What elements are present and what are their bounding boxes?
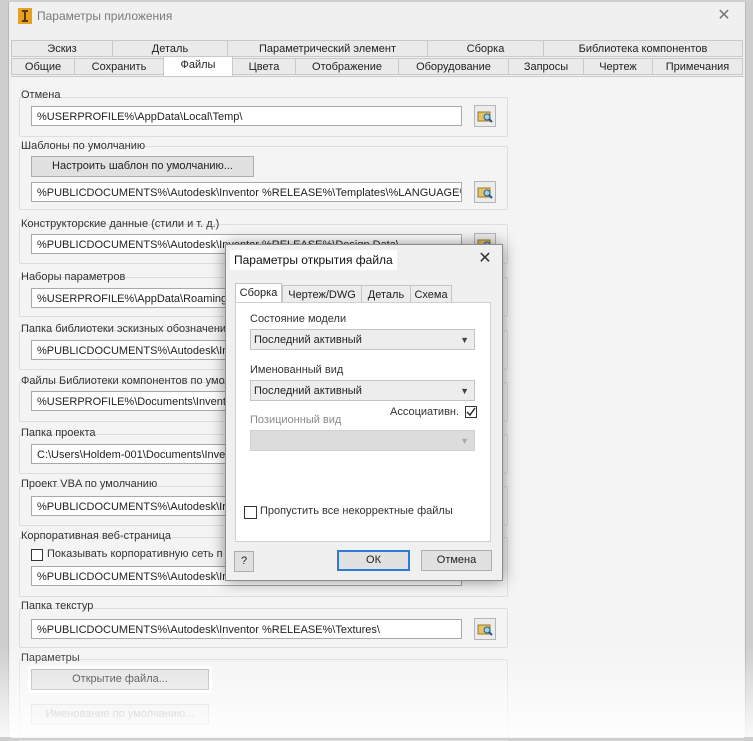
- checkmark-icon: [466, 407, 476, 417]
- tab-notebook[interactable]: Примечания: [652, 58, 743, 75]
- tab-content-center[interactable]: Библиотека компонентов: [543, 40, 743, 57]
- named-view-label: Именованный вид: [250, 364, 344, 376]
- browse-button[interactable]: [474, 181, 496, 203]
- positional-view-label: Позиционный вид: [250, 414, 342, 426]
- title-bar: Параметры приложения ✕: [9, 2, 745, 30]
- browse-folder-icon: [477, 624, 493, 636]
- help-button[interactable]: ?: [234, 551, 254, 572]
- tab-part[interactable]: Деталь: [112, 40, 228, 57]
- help-icon: ?: [240, 555, 248, 567]
- close-icon[interactable]: ✕: [476, 250, 494, 268]
- dialog-tab-drawing-dwg[interactable]: Чертеж/DWG: [282, 285, 362, 303]
- options-group-label: Параметры: [21, 652, 80, 664]
- show-corporate-network-label: Показывать корпоративную сеть п: [47, 548, 223, 560]
- named-view-value: Последний активный: [254, 385, 362, 397]
- tab-hardware[interactable]: Оборудование: [398, 58, 509, 75]
- browse-button[interactable]: [474, 618, 496, 640]
- templates-group-label: Шаблоны по умолчанию: [21, 140, 146, 152]
- file-open-options-button[interactable]: Открытие файла...: [31, 669, 209, 690]
- param-sets-group-label: Наборы параметров: [21, 271, 126, 283]
- file-open-options-dialog: Параметры открытия файла ✕ Сборка Чертеж…: [225, 244, 503, 581]
- design-data-group-label: Конструкторские данные (стили и т. д.): [21, 218, 220, 230]
- cancel-button[interactable]: Отмена: [421, 550, 492, 571]
- tab-files[interactable]: Файлы: [163, 56, 233, 78]
- undo-path-field[interactable]: %USERPROFILE%\AppData\Local\Temp\: [31, 106, 462, 126]
- chevron-down-icon: ▼: [460, 335, 469, 345]
- dialog-tab-panel: Состояние модели Последний активный ▼ Им…: [235, 302, 491, 542]
- ok-button[interactable]: ОК: [337, 550, 410, 571]
- tab-general[interactable]: Общие: [11, 58, 75, 75]
- dialog-title: Параметры открытия файла: [230, 250, 397, 270]
- corp-web-group-label: Корпоративная веб-страница: [21, 530, 172, 542]
- textures-group-label: Папка текстур: [21, 600, 94, 612]
- model-state-dropdown[interactable]: Последний активный ▼: [250, 329, 475, 350]
- browse-folder-icon: [477, 187, 493, 199]
- configure-default-template-button[interactable]: Настроить шаблон по умолчанию...: [31, 156, 254, 177]
- tab-assembly[interactable]: Сборка: [427, 40, 544, 57]
- tab-ipart[interactable]: Параметрический элемент: [227, 40, 428, 57]
- tab-prompts[interactable]: Запросы: [508, 58, 584, 75]
- skip-unresolved-label: Пропустить все некорректные файлы: [260, 505, 453, 517]
- positional-view-dropdown[interactable]: ▼: [250, 430, 475, 451]
- undo-group-label: Отмена: [21, 89, 61, 101]
- skip-unresolved-checkbox[interactable]: [244, 506, 257, 519]
- associative-label: Ассоциативн.: [390, 406, 460, 418]
- tab-sketch[interactable]: Эскиз: [11, 40, 113, 57]
- tab-save[interactable]: Сохранить: [74, 58, 164, 75]
- associative-checkbox[interactable]: [465, 406, 478, 419]
- window-title: Параметры приложения: [37, 9, 173, 23]
- close-icon[interactable]: ✕: [715, 7, 733, 25]
- default-naming-button[interactable]: Именование по умолчанию...: [31, 704, 209, 725]
- dialog-tab-assembly[interactable]: Сборка: [235, 283, 282, 303]
- templates-path-field[interactable]: %PUBLICDOCUMENTS%\Autodesk\Inventor %REL…: [31, 182, 462, 202]
- model-state-label: Состояние модели: [250, 313, 347, 325]
- chevron-down-icon: ▼: [460, 436, 469, 446]
- show-corporate-network-checkbox[interactable]: [31, 549, 43, 561]
- tab-drawing[interactable]: Чертеж: [583, 58, 653, 75]
- named-view-dropdown[interactable]: Последний активный ▼: [250, 380, 475, 401]
- dialog-tab-presentation[interactable]: Схема: [410, 285, 452, 303]
- inventor-app-icon: [18, 8, 32, 24]
- dialog-tab-part[interactable]: Деталь: [361, 285, 411, 303]
- project-group-label: Папка проекта: [21, 427, 96, 439]
- textures-path-field[interactable]: %PUBLICDOCUMENTS%\Autodesk\Inventor %REL…: [31, 619, 462, 639]
- model-state-value: Последний активный: [254, 334, 362, 346]
- browse-folder-icon: [477, 111, 493, 123]
- vba-group-label: Проект VBA по умолчанию: [21, 478, 158, 490]
- tab-display[interactable]: Отображение: [295, 58, 399, 75]
- associative-option[interactable]: Ассоциативн.: [386, 403, 482, 421]
- chevron-down-icon: ▼: [460, 386, 469, 396]
- browse-button[interactable]: [474, 105, 496, 127]
- tab-colors[interactable]: Цвета: [232, 58, 296, 75]
- sketch-symbols-group-label: Папка библиотеки эскизных обозначений: [21, 323, 233, 335]
